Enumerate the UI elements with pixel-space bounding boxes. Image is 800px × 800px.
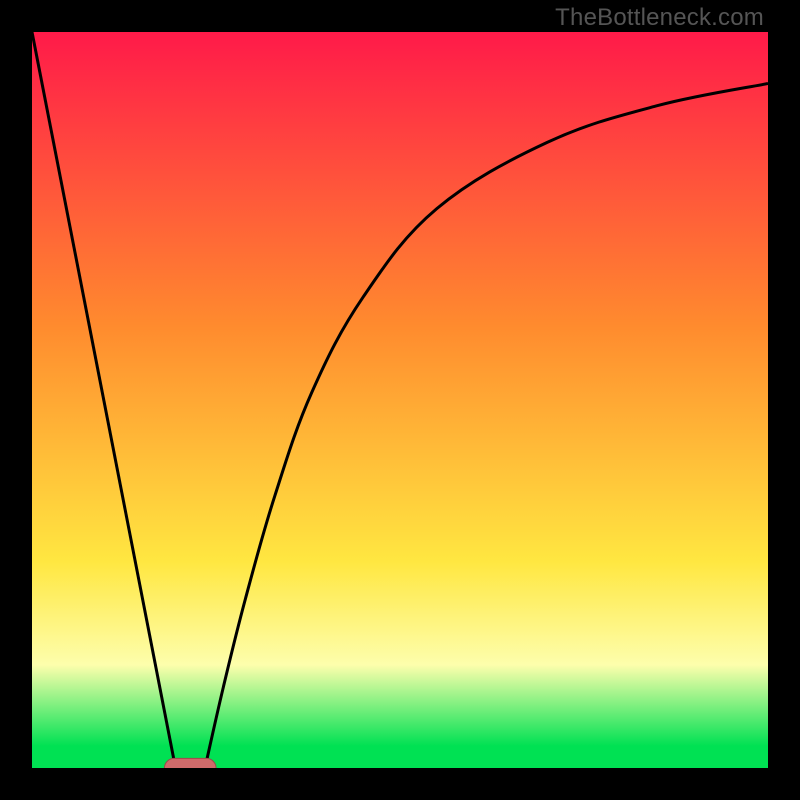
- minimum-marker: [164, 758, 216, 768]
- gradient-background: [32, 32, 768, 768]
- plot-area: [32, 32, 768, 768]
- plot-svg: [32, 32, 768, 768]
- chart-frame: TheBottleneck.com: [0, 0, 800, 800]
- watermark-text: TheBottleneck.com: [555, 4, 764, 32]
